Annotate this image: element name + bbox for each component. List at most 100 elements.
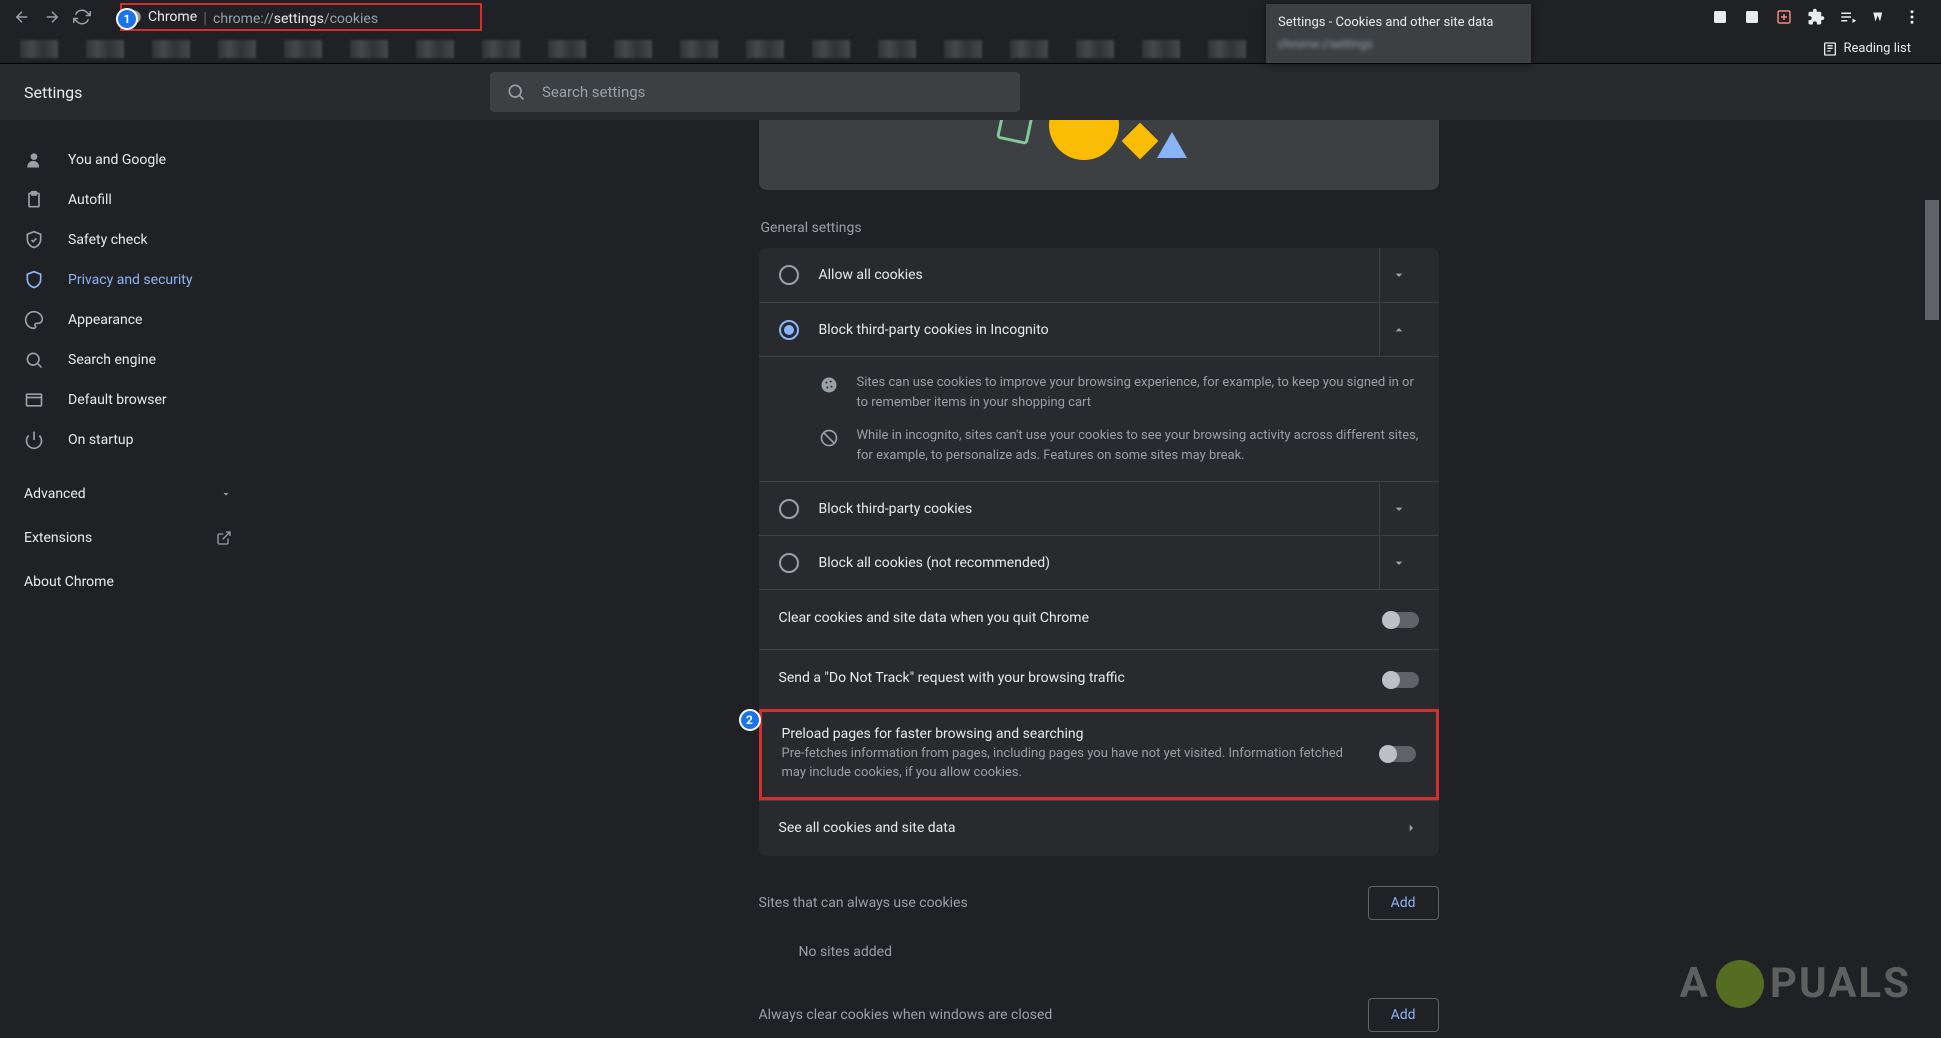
bookmark-item[interactable] <box>284 40 322 58</box>
radio-icon[interactable] <box>779 499 799 519</box>
bookmark-item[interactable] <box>614 40 652 58</box>
search-settings-box[interactable] <box>490 72 1020 112</box>
tooltip-sub: chrome://settings <box>1278 36 1519 53</box>
option-allow-all[interactable]: Allow all cookies <box>759 248 1439 302</box>
search-input[interactable] <box>542 83 1004 101</box>
sidebar-item-safety[interactable]: Safety check <box>0 220 256 260</box>
radio-icon[interactable] <box>779 320 799 340</box>
bookmark-item[interactable] <box>1076 40 1114 58</box>
playlist-icon[interactable] <box>1839 8 1857 26</box>
toggle-switch[interactable] <box>1383 672 1419 688</box>
expand-button[interactable] <box>1379 536 1419 589</box>
option-label: Block all cookies (not recommended) <box>819 555 1359 571</box>
ext-icon-3[interactable] <box>1775 8 1793 26</box>
bookmark-item[interactable] <box>350 40 388 58</box>
tab-tooltip: Settings - Cookies and other site data c… <box>1266 4 1531 63</box>
url-path: chrome://settings/cookies <box>213 8 378 27</box>
toggle-label: Clear cookies and site data when you qui… <box>779 610 1363 626</box>
scrollbar-thumb[interactable] <box>1925 200 1939 320</box>
collapse-button[interactable] <box>1379 303 1419 356</box>
menu-icon[interactable] <box>1903 8 1921 26</box>
toggle-sublabel: Pre-fetches information from pages, incl… <box>782 745 1360 783</box>
always-use-section: Sites that can always use cookies Add <box>759 886 1439 920</box>
block-icon <box>819 428 839 448</box>
option-label: Block third-party cookies <box>819 501 1359 517</box>
sidebar-advanced[interactable]: Advanced <box>0 472 256 516</box>
bookmark-item[interactable] <box>1010 40 1048 58</box>
back-button[interactable] <box>12 7 32 27</box>
detail-text: Sites can use cookies to improve your br… <box>857 373 1419 412</box>
cookie-options-card: Allow all cookies Block third-party cook… <box>759 248 1439 856</box>
annotation-2: 2 <box>739 709 761 731</box>
sidebar-extensions[interactable]: Extensions <box>0 516 256 560</box>
cookie-icon <box>819 375 839 395</box>
option-detail: Sites can use cookies to improve your br… <box>759 356 1439 481</box>
reading-list-icon <box>1822 41 1838 57</box>
bookmark-item[interactable] <box>416 40 454 58</box>
bookmark-item[interactable] <box>680 40 718 58</box>
clear-on-close-section: Always clear cookies when windows are cl… <box>759 998 1439 1032</box>
bookmark-item[interactable] <box>152 40 190 58</box>
expand-button[interactable] <box>1379 482 1419 535</box>
sidebar-item-you-google[interactable]: You and Google <box>0 140 256 180</box>
bookmark-item[interactable] <box>20 40 58 58</box>
bookmark-item[interactable] <box>218 40 256 58</box>
sidebar-item-label: Autofill <box>68 192 112 208</box>
ext-icon-w[interactable] <box>1871 8 1889 26</box>
bookmark-item[interactable] <box>482 40 520 58</box>
address-bar[interactable]: Chrome | chrome://settings/cookies <box>120 3 482 31</box>
bookmark-item[interactable] <box>944 40 982 58</box>
chevron-down-icon <box>1391 501 1407 517</box>
sidebar-item-autofill[interactable]: Autofill <box>0 180 256 220</box>
toggle-label: Send a "Do Not Track" request with your … <box>779 670 1363 686</box>
bookmark-item[interactable] <box>1208 40 1246 58</box>
bookmarks-bar: Reading list <box>0 34 1941 64</box>
sidebar-item-default-browser[interactable]: Default browser <box>0 380 256 420</box>
sidebar-item-privacy[interactable]: Privacy and security <box>0 260 256 300</box>
preload-row[interactable]: Preload pages for faster browsing and se… <box>759 709 1439 800</box>
scrollbar[interactable] <box>1925 120 1939 1038</box>
bookmark-item[interactable] <box>812 40 850 58</box>
ext-icon-1[interactable] <box>1711 8 1729 26</box>
clear-on-quit-row[interactable]: Clear cookies and site data when you qui… <box>759 589 1439 649</box>
watermark-icon <box>1716 960 1764 1008</box>
sidebar-item-search[interactable]: Search engine <box>0 340 256 380</box>
toggle-switch[interactable] <box>1383 612 1419 628</box>
palette-icon <box>24 310 44 330</box>
bookmark-item[interactable] <box>1142 40 1180 58</box>
sidebar-about[interactable]: About Chrome <box>0 560 256 604</box>
radio-icon[interactable] <box>779 265 799 285</box>
bookmark-item[interactable] <box>878 40 916 58</box>
sidebar-item-appearance[interactable]: Appearance <box>0 300 256 340</box>
expand-button[interactable] <box>1379 248 1419 302</box>
option-block-incognito[interactable]: Block third-party cookies in Incognito <box>759 302 1439 356</box>
see-all-cookies-row[interactable]: See all cookies and site data <box>759 800 1439 856</box>
shield-check-icon <box>24 230 44 250</box>
advanced-label: Advanced <box>24 486 86 502</box>
forward-button[interactable] <box>42 7 62 27</box>
page-title: Settings <box>24 83 490 102</box>
hero-illustration <box>759 120 1439 190</box>
sidebar-item-startup[interactable]: On startup <box>0 420 256 460</box>
watermark: APUALS <box>1680 959 1911 1008</box>
dnt-row[interactable]: Send a "Do Not Track" request with your … <box>759 649 1439 709</box>
detail-text: While in incognito, sites can't use your… <box>857 426 1419 465</box>
extensions-icon[interactable] <box>1807 8 1825 26</box>
reading-list-label: Reading list <box>1844 41 1911 56</box>
add-button[interactable]: Add <box>1368 998 1439 1032</box>
url-separator: | <box>203 8 207 27</box>
toggle-switch[interactable] <box>1380 746 1416 762</box>
option-block-third-party[interactable]: Block third-party cookies <box>759 481 1439 535</box>
reload-button[interactable] <box>72 7 92 27</box>
add-button[interactable]: Add <box>1368 886 1439 920</box>
ext-icon-2[interactable] <box>1743 8 1761 26</box>
link-label: See all cookies and site data <box>779 820 956 836</box>
chevron-right-icon <box>1403 820 1419 836</box>
bookmark-item[interactable] <box>746 40 784 58</box>
bookmark-item[interactable] <box>548 40 586 58</box>
sidebar-item-label: On startup <box>68 432 134 448</box>
option-block-all[interactable]: Block all cookies (not recommended) <box>759 535 1439 589</box>
radio-icon[interactable] <box>779 553 799 573</box>
bookmark-item[interactable] <box>86 40 124 58</box>
reading-list-button[interactable]: Reading list <box>1812 34 1921 64</box>
